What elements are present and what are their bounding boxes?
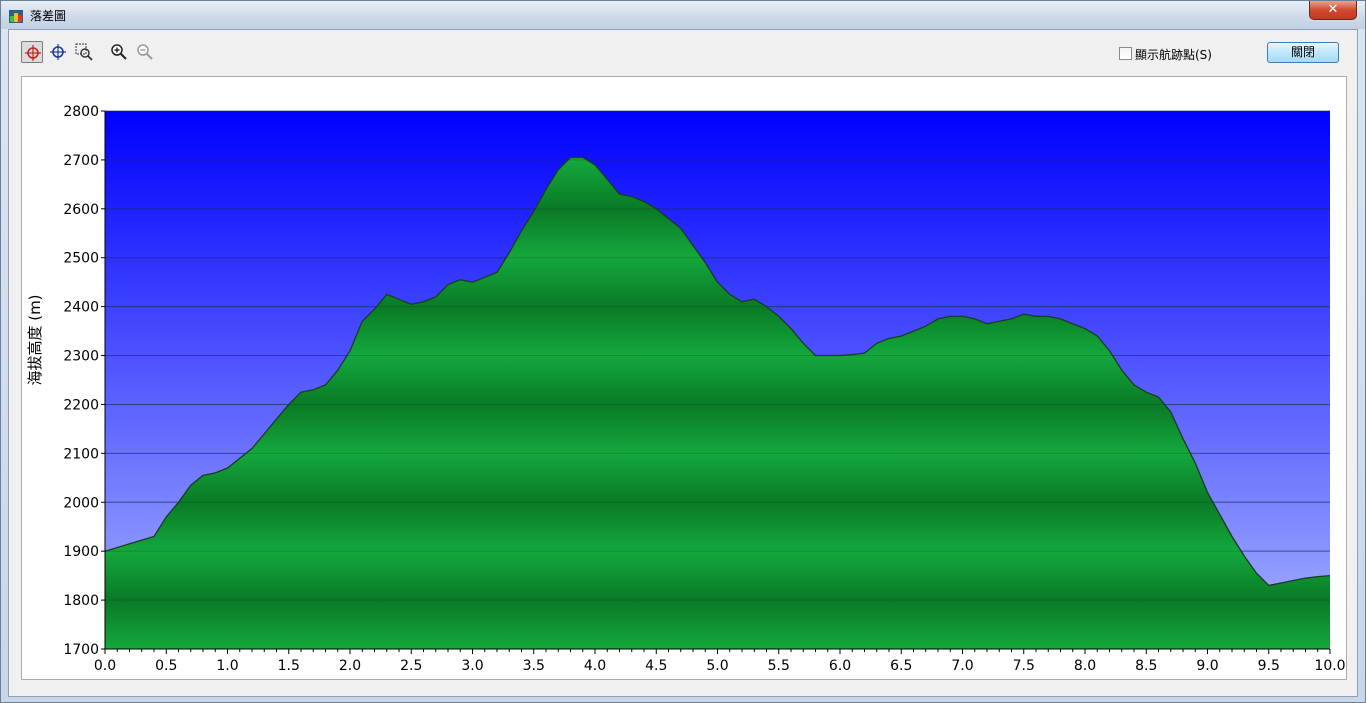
x-tick-label: 2.0 — [339, 658, 361, 674]
elevation-window: 落差圖 ✕ 顯示航跡點(S) 關閉 1700 1800 1900 2000 21… — [0, 0, 1366, 703]
x-tick-label: 7.5 — [1013, 658, 1035, 674]
show-waypoints-checkbox[interactable] — [1119, 47, 1132, 60]
zoom-region-button[interactable] — [73, 41, 95, 63]
y-tick-label: 2100 — [63, 446, 99, 462]
zoom-in-button[interactable] — [108, 41, 130, 63]
app-icon — [9, 8, 23, 23]
client-area: 顯示航跡點(S) 關閉 1700 1800 1900 2000 2100 2200 2300… — [8, 29, 1358, 697]
x-tick-label: 9.0 — [1196, 658, 1218, 674]
x-tick-label: 3.0 — [461, 658, 483, 674]
close-button[interactable]: 關閉 — [1267, 42, 1339, 63]
zoom-out-button[interactable] — [134, 41, 156, 63]
x-tick-label: 1.0 — [216, 658, 238, 674]
y-tick-label: 2500 — [63, 251, 99, 267]
y-tick-label: 1700 — [63, 642, 99, 658]
x-tick-label: 7.0 — [951, 658, 973, 674]
y-tick-label: 2700 — [63, 153, 99, 169]
crosshair-select-icon — [25, 45, 41, 61]
zoom-region-icon — [75, 43, 93, 61]
x-tick-label: 10.0 — [1314, 658, 1345, 674]
x-tick-label: 6.5 — [890, 658, 912, 674]
y-tick-label: 2200 — [63, 397, 99, 413]
x-tick-label: 0.0 — [94, 658, 116, 674]
crosshair-button[interactable] — [47, 41, 69, 63]
title-bar[interactable]: 落差圖 ✕ — [1, 1, 1365, 29]
x-tick-label: 5.5 — [768, 658, 790, 674]
x-tick-label: 3.5 — [523, 658, 545, 674]
x-tick-label: 8.0 — [1074, 658, 1096, 674]
x-tick-label: 1.5 — [278, 658, 300, 674]
y-tick-label: 2300 — [63, 349, 99, 365]
y-tick-label: 2400 — [63, 300, 99, 316]
x-tick-label: 0.5 — [155, 658, 177, 674]
elevation-chart-panel: 1700 1800 1900 2000 2100 2200 2300 2400 2500 2600… — [21, 76, 1347, 680]
x-tick-label: 4.5 — [645, 658, 667, 674]
y-tick-label: 1900 — [63, 544, 99, 560]
y-tick-label: 1800 — [63, 593, 99, 609]
window-close-button[interactable]: ✕ — [1309, 1, 1357, 20]
crosshair-select-button[interactable] — [21, 41, 43, 63]
x-tick-label: 6.0 — [829, 658, 851, 674]
y-tick-label: 2000 — [63, 495, 99, 511]
x-tick-label: 2.5 — [400, 658, 422, 674]
close-icon: ✕ — [1327, 2, 1339, 17]
x-tick-label: 9.5 — [1258, 658, 1280, 674]
y-tick-label: 2600 — [63, 202, 99, 218]
zoom-in-icon — [111, 44, 127, 60]
crosshair-icon — [50, 44, 66, 60]
x-tick-label: 5.0 — [706, 658, 728, 674]
show-waypoints-label: 顯示航跡點(S) — [1135, 48, 1212, 62]
zoom-out-icon — [137, 44, 153, 60]
x-tick-label: 8.5 — [1135, 658, 1157, 674]
elevation-chart[interactable]: 1700 1800 1900 2000 2100 2200 2300 2400 2500 2600… — [22, 77, 1346, 679]
window-title: 落差圖 — [30, 9, 67, 23]
x-tick-label: 4.0 — [584, 658, 606, 674]
y-axis-title: 海拔高度 (m) — [26, 294, 44, 385]
y-tick-label: 2800 — [63, 104, 99, 120]
